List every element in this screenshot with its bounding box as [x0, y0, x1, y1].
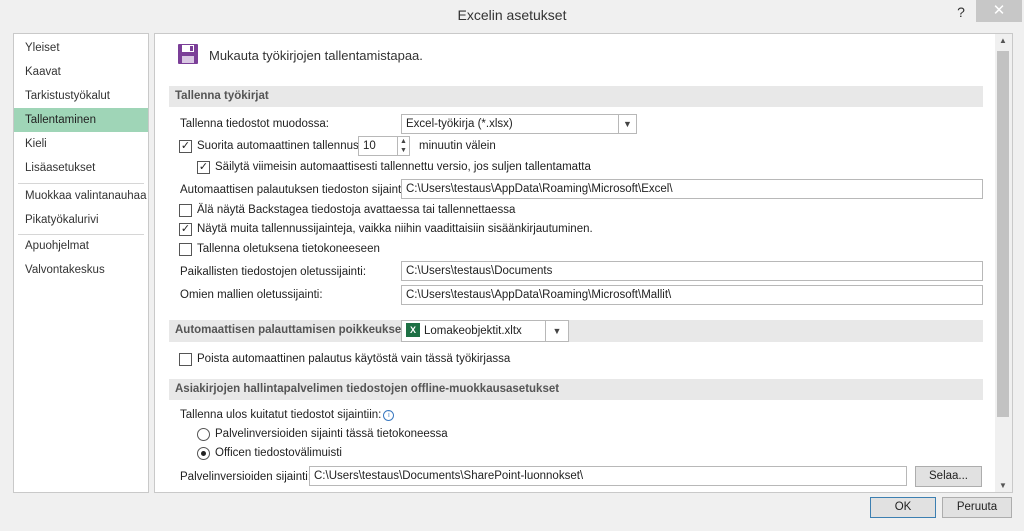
save-to-computer-label: Tallenna oletuksena tietokoneeseen	[197, 243, 380, 255]
keep-last-autosaved-checkbox[interactable]: ✓	[197, 161, 210, 174]
autorecover-minutes-input[interactable]: 10	[358, 136, 398, 156]
sidebar-item-lisaasetukset[interactable]: Lisäasetukset	[14, 156, 148, 180]
browse-button[interactable]: Selaa...	[915, 466, 982, 487]
local-default-location-label: Paikallisten tiedostojen oletussijainti:	[180, 266, 367, 278]
autorecover-label: Suorita automaattinen tallennus	[197, 140, 359, 152]
sidebar-item-yleiset[interactable]: Yleiset	[14, 36, 148, 60]
autorecover-checkbox[interactable]: ✓	[179, 140, 192, 153]
close-icon: ✕	[992, 2, 1006, 19]
sidebar-item-pikatyokalurivi[interactable]: Pikatyökalurivi	[14, 208, 148, 232]
sidebar-item-tallentaminen[interactable]: Tallentaminen	[14, 108, 148, 132]
autorecover-workbook-dropdown[interactable]: X Lomakeobjektit.xltx ▼	[401, 320, 569, 342]
keep-last-autosaved-label: Säilytä viimeisin automaattisesti tallen…	[215, 161, 591, 173]
local-default-location-input[interactable]: C:\Users\testaus\Documents	[401, 261, 983, 281]
sidebar-item-apuohjelmat[interactable]: Apuohjelmat	[14, 234, 148, 258]
chevron-down-icon: ▼	[545, 321, 568, 341]
minutes-spinner[interactable]: ▲ ▼	[397, 136, 410, 156]
ok-button[interactable]: OK	[870, 497, 936, 518]
save-checked-out-label: Tallenna ulos kuitatut tiedostot sijaint…	[180, 409, 395, 421]
save-format-value: Excel-työkirja (*.xlsx)	[406, 118, 513, 130]
scrollbar-thumb[interactable]	[997, 51, 1009, 417]
sidebar-item-label: Muokkaa valintanauhaa	[25, 190, 147, 202]
sidebar-item-label: Lisäasetukset	[25, 162, 96, 174]
office-cache-radio-label: Officen tiedostovälimuisti	[215, 447, 342, 459]
excel-file-icon: X	[406, 323, 420, 337]
page-heading: Mukauta työkirjojen tallentamistapaa.	[209, 48, 423, 63]
window-title: Excelin asetukset	[457, 7, 567, 23]
server-drafts-location-label: Palvelinversioiden sijainti:	[180, 471, 312, 483]
sidebar-item-kieli[interactable]: Kieli	[14, 132, 148, 156]
chevron-down-icon: ▼	[618, 115, 636, 133]
autorecover-location-input[interactable]: C:\Users\testaus\AppData\Roaming\Microso…	[401, 179, 983, 199]
autorecover-workbook-value: Lomakeobjektit.xltx	[424, 325, 522, 337]
section-offline-editing: Asiakirjojen hallintapalvelimen tiedosto…	[169, 379, 983, 400]
settings-panel: Mukauta työkirjojen tallentamistapaa. Ta…	[154, 33, 1013, 493]
sidebar-item-label: Tallentaminen	[25, 114, 96, 126]
sidebar-item-label: Kaavat	[25, 66, 61, 78]
sidebar-item-label: Valvontakeskus	[25, 264, 105, 276]
templates-location-input[interactable]: C:\Users\testaus\AppData\Roaming\Microso…	[401, 285, 983, 305]
section-autorecover-exceptions: Automaattisen palauttamisen poikkeukset:	[169, 320, 983, 342]
scroll-up-icon[interactable]: ▲	[999, 36, 1007, 45]
sidebar-item-valvontakeskus[interactable]: Valvontakeskus	[14, 258, 148, 282]
sidebar-item-muokkaa-valintanauhaa[interactable]: Muokkaa valintanauhaa	[14, 184, 148, 208]
vertical-scrollbar[interactable]: ▲ ▼	[995, 34, 1012, 492]
floppy-disk-icon	[178, 44, 198, 64]
server-drafts-radio-label: Palvelinversioiden sijainti tässä tietok…	[215, 428, 448, 440]
title-bar: Excelin asetukset ? ✕	[0, 0, 1024, 31]
radio-selected-dot	[201, 451, 206, 456]
autorecover-location-label: Automaattisen palautuksen tiedoston sija…	[180, 184, 407, 196]
autorecover-exceptions-label: Automaattisen palauttamisen poikkeukset:	[175, 324, 409, 336]
cancel-button[interactable]: Peruuta	[942, 497, 1012, 518]
help-button[interactable]: ?	[951, 4, 971, 24]
category-sidebar: Yleiset Kaavat Tarkistustyökalut Tallent…	[13, 33, 149, 493]
show-additional-locations-checkbox[interactable]: ✓	[179, 223, 192, 236]
minutes-suffix: minuutin välein	[419, 140, 496, 152]
spin-up-icon[interactable]: ▲	[398, 137, 409, 146]
dont-show-backstage-label: Älä näytä Backstagea tiedostoja avattaes…	[197, 204, 516, 216]
sidebar-item-tarkistustyokalut[interactable]: Tarkistustyökalut	[14, 84, 148, 108]
office-cache-radio[interactable]	[197, 447, 210, 460]
disable-autorecover-label: Poista automaattinen palautus käytöstä v…	[197, 353, 511, 365]
server-drafts-location-input[interactable]: C:\Users\testaus\Documents\SharePoint-lu…	[309, 466, 907, 486]
sidebar-item-label: Kieli	[25, 138, 47, 150]
disable-autorecover-checkbox[interactable]	[179, 353, 192, 366]
save-checked-out-text: Tallenna ulos kuitatut tiedostot sijaint…	[180, 409, 382, 421]
sidebar-item-kaavat[interactable]: Kaavat	[14, 60, 148, 84]
close-button[interactable]: ✕	[976, 0, 1022, 22]
section-save-workbooks: Tallenna työkirjat	[169, 86, 983, 107]
dont-show-backstage-checkbox[interactable]	[179, 204, 192, 217]
info-icon[interactable]: i	[383, 410, 395, 421]
templates-location-label: Omien mallien oletussijainti:	[180, 289, 323, 301]
sidebar-item-label: Apuohjelmat	[25, 240, 89, 252]
save-format-label: Tallenna tiedostot muodossa:	[180, 118, 329, 130]
sidebar-item-label: Tarkistustyökalut	[25, 90, 111, 102]
spin-down-icon[interactable]: ▼	[398, 146, 409, 155]
sidebar-item-label: Yleiset	[25, 42, 60, 54]
sidebar-item-label: Pikatyökalurivi	[25, 214, 99, 226]
show-additional-locations-label: Näytä muita tallennussijainteja, vaikka …	[197, 223, 593, 235]
server-drafts-radio[interactable]	[197, 428, 210, 441]
save-format-dropdown[interactable]: Excel-työkirja (*.xlsx) ▼	[401, 114, 637, 134]
scroll-down-icon[interactable]: ▼	[999, 481, 1007, 490]
save-to-computer-checkbox[interactable]	[179, 243, 192, 256]
